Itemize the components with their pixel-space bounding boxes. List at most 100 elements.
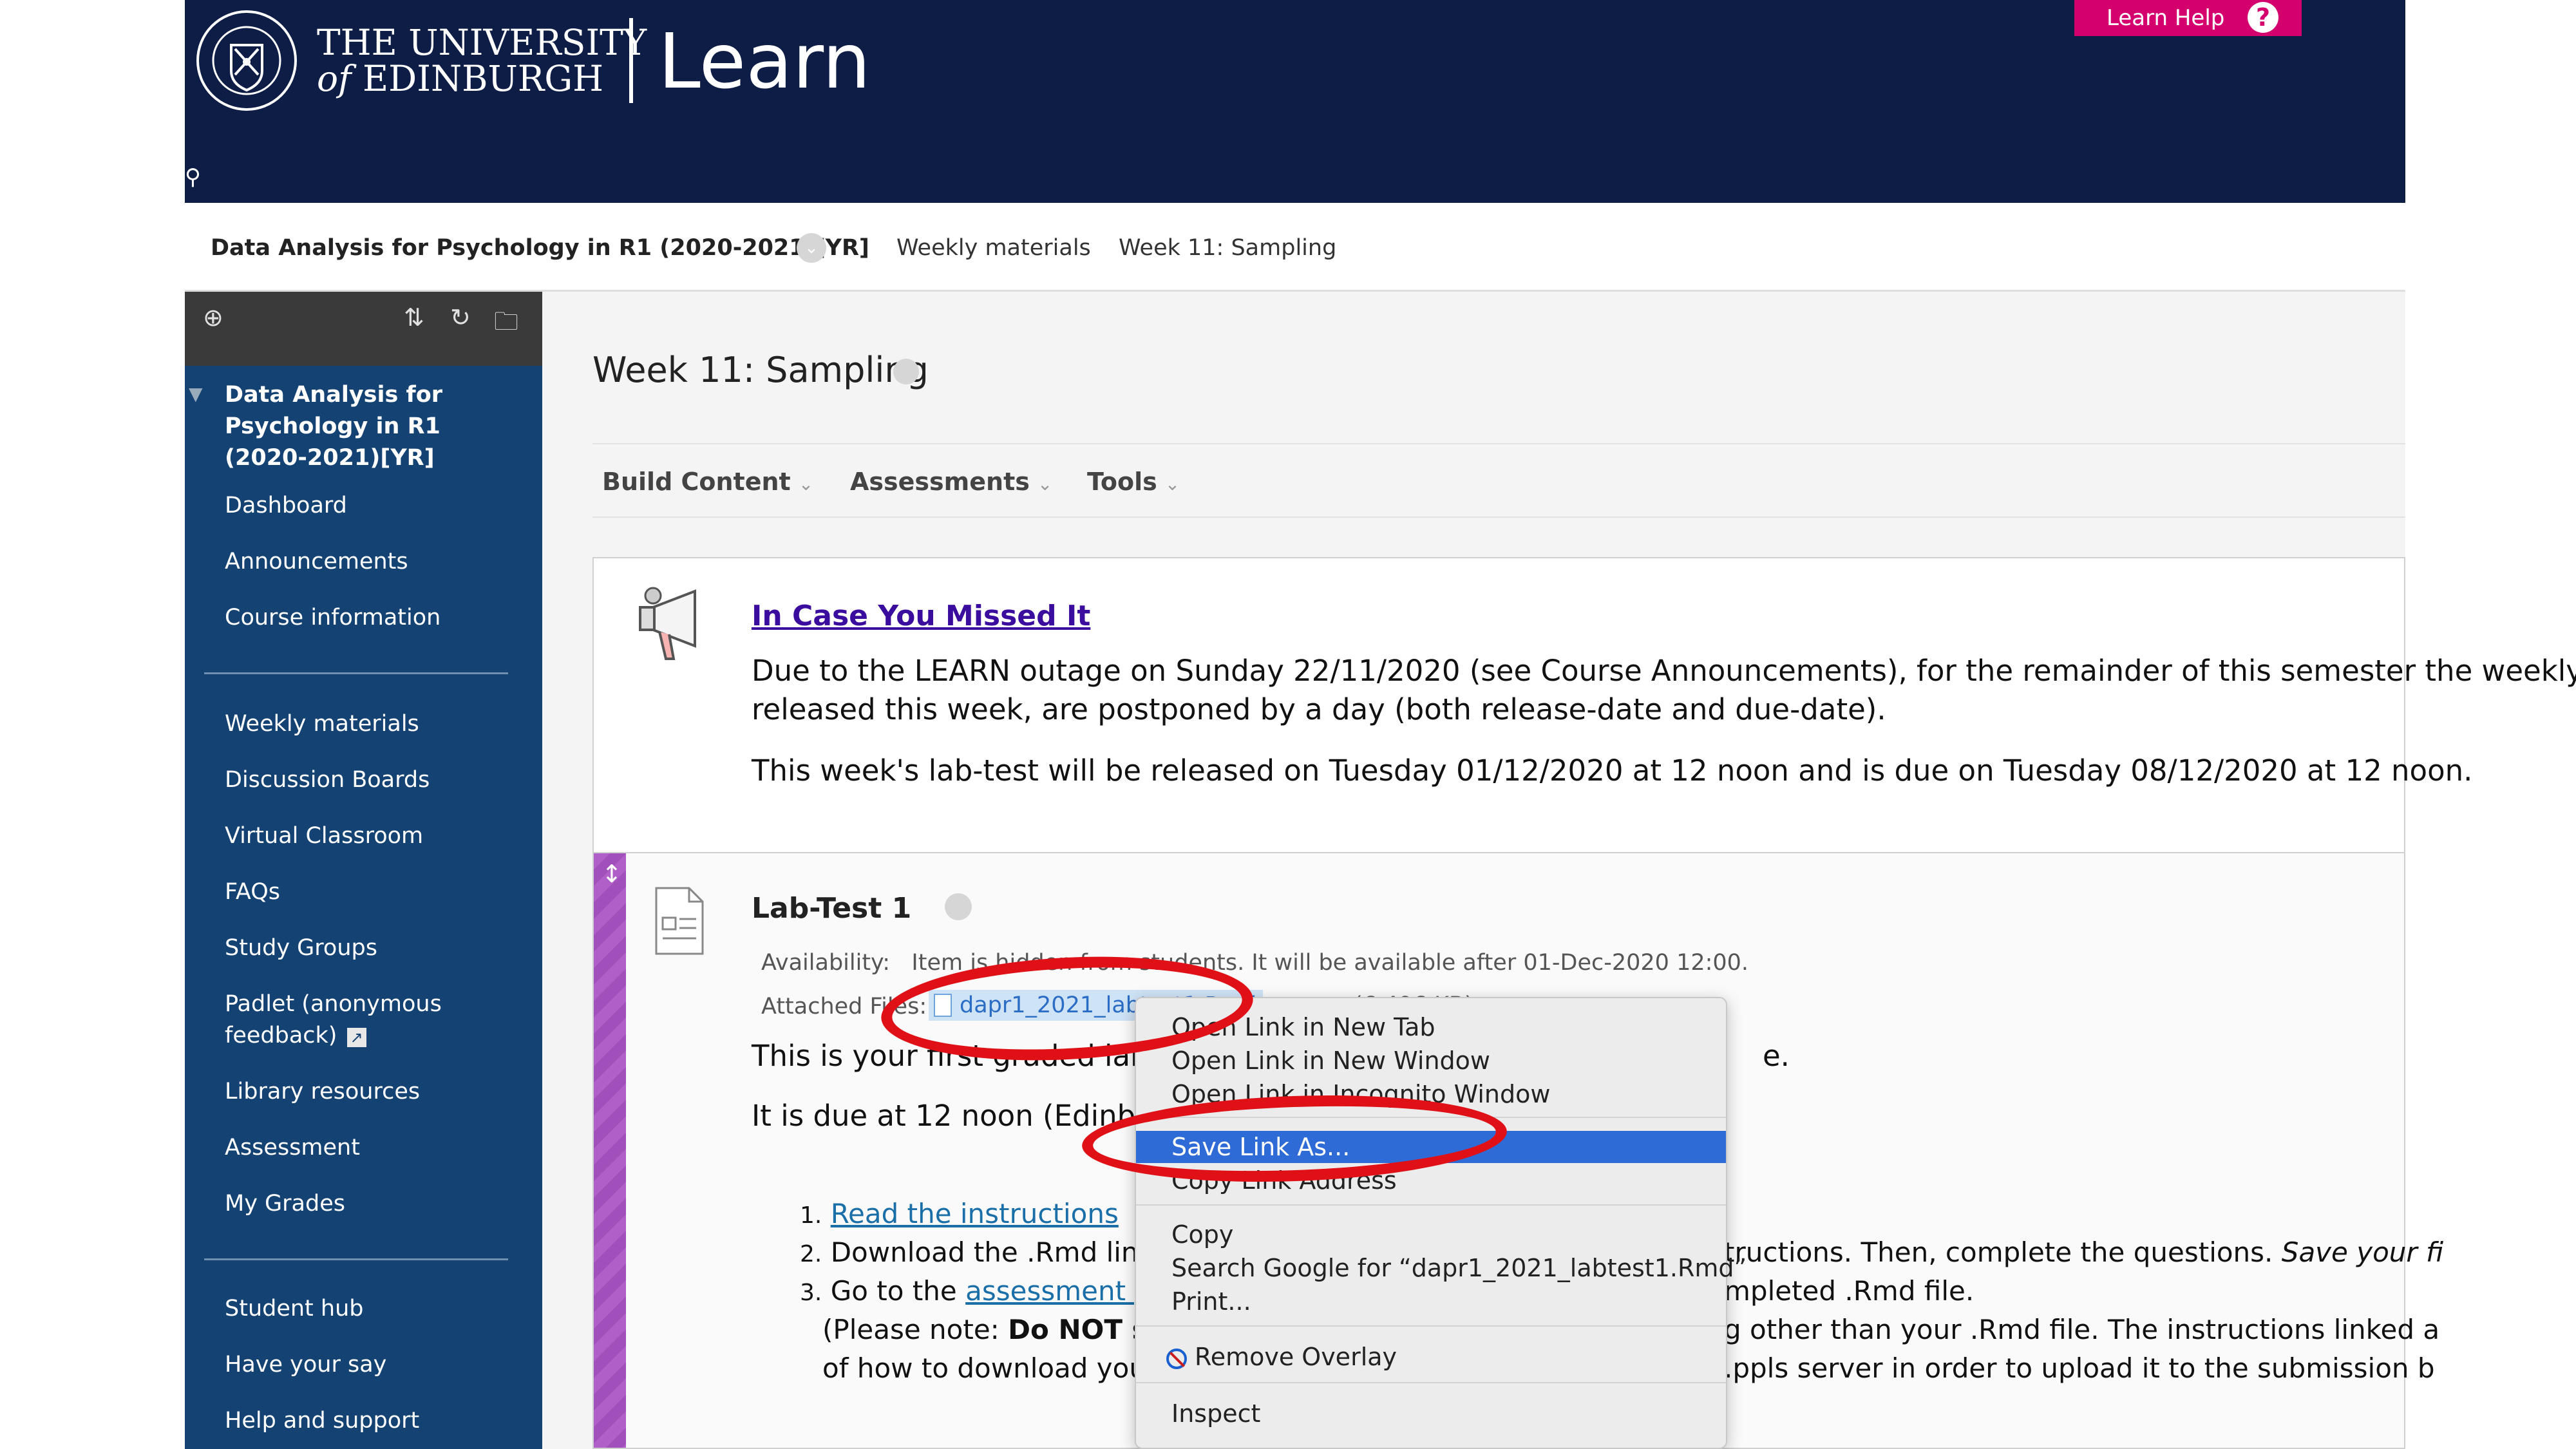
breadcrumb-chevron-down-icon[interactable]: ⌄ (797, 233, 826, 263)
chevron-down-icon: ⌄ (1037, 473, 1053, 495)
list-number: 2. (800, 1241, 822, 1267)
menu-remove-overlay[interactable]: Remove Overlay (1136, 1341, 1726, 1373)
megaphone-icon (639, 587, 696, 660)
add-menu-item-icon[interactable]: ⊕ (203, 303, 223, 332)
refresh-icon[interactable]: ↻ (450, 303, 471, 332)
list-item-1: 1. Read the instructions (800, 1195, 1119, 1235)
breadcrumb-weekly-materials[interactable]: Weekly materials (896, 235, 1091, 261)
labtest-title[interactable]: Lab-Test 1 (752, 892, 911, 925)
list-item-2-tail: tructions. Then, complete the questions.… (1724, 1233, 2443, 1272)
sidebar-item-announcements[interactable]: Announcements (225, 546, 508, 578)
collapse-triangle-icon[interactable]: ▼ (189, 383, 203, 404)
note-line-1: (Please note: Do NOT su (822, 1311, 1168, 1349)
hidden-item-stripe (594, 853, 626, 1448)
build-content-menu[interactable]: Build Content ⌄ (602, 468, 813, 496)
menu-separator (1136, 1325, 1726, 1327)
pin-icon[interactable]: ⚲ (185, 164, 201, 190)
menu-separator (1136, 1382, 1726, 1383)
sidebar-item-have-your-say[interactable]: Have your say (225, 1349, 508, 1381)
sidebar-item-discussion-boards[interactable]: Discussion Boards (225, 764, 508, 796)
sidebar-item-help-and-support[interactable]: Help and support (225, 1405, 508, 1437)
app-name[interactable]: Learn (658, 19, 871, 103)
note-line-1-tail: g other than your .Rmd file. The instruc… (1724, 1314, 2440, 1345)
list-item-2: 2. Download the .Rmd link (800, 1233, 1154, 1274)
availability-label: Availability: (761, 950, 891, 976)
breadcrumb-course[interactable]: Data Analysis for Psychology in R1 (2020… (211, 235, 869, 261)
menu-inspect[interactable]: Inspect (1136, 1397, 1726, 1430)
assessments-menu[interactable]: Assessments ⌄ (850, 468, 1052, 496)
prohibited-icon (1166, 1348, 1187, 1369)
action-bar: Build Content ⌄ Assessments ⌄ Tools ⌄ (592, 443, 2405, 518)
tools-menu[interactable]: Tools ⌄ (1087, 468, 1180, 496)
site-header: THE UNIVERSITY of EDINBURGH Learn Learn … (185, 0, 2405, 203)
note-line-2-tail: .ppls server in order to upload it to th… (1724, 1352, 2435, 1384)
menu-remove-overlay-label: Remove Overlay (1195, 1343, 1397, 1371)
sidebar-toolbar: ⊕ ⇅ ↻ 🗀 (185, 292, 542, 366)
content-item-announcement: In Case You Missed It Due to the LEARN o… (592, 557, 2576, 853)
announcement-text-line1: Due to the LEARN outage on Sunday 22/11/… (752, 654, 2576, 688)
announcement-text-line3: This week's lab-test will be released on… (752, 753, 2473, 788)
sidebar-item-study-groups[interactable]: Study Groups (225, 933, 508, 964)
announcement-title-link[interactable]: In Case You Missed It (752, 600, 1090, 632)
sidebar-item-faqs[interactable]: FAQs (225, 876, 508, 908)
menu-copy[interactable]: Copy (1136, 1218, 1726, 1251)
breadcrumb: Data Analysis for Psychology in R1 (2020… (185, 203, 2405, 292)
read-instructions-link[interactable]: Read the instructions (831, 1198, 1119, 1229)
build-content-label: Build Content (602, 468, 791, 496)
learn-help-label: Learn Help (2107, 5, 2225, 31)
help-question-icon: ? (2248, 2, 2278, 33)
labtest-intro-end: e. (1763, 1039, 1790, 1073)
sidebar-item-library-resources[interactable]: Library resources (225, 1076, 508, 1108)
course-menu-sidebar: ⊕ ⇅ ↻ 🗀 ▼ Data Analysis for Psychology i… (185, 292, 542, 1449)
folder-view-icon[interactable]: 🗀 (494, 303, 518, 345)
menu-separator (1136, 1204, 1726, 1206)
announcement-text-line2: released this week, are postponed by a d… (752, 692, 1886, 726)
university-name-line2: EDINBURGH (362, 58, 604, 99)
list-number: 3. (800, 1280, 822, 1306)
browser-context-menu: Open Link in New Tab Open Link in New Wi… (1135, 997, 1747, 1449)
note-start: (Please note: (822, 1314, 999, 1345)
list-item-3-text: Go to the (830, 1275, 957, 1307)
list-item-3: 3. Go to the assessment pa (800, 1272, 1168, 1312)
learn-help-button[interactable]: Learn Help ? (2074, 0, 2302, 36)
note-line-2: of how to download you (822, 1352, 1146, 1384)
labtest-options-chevron-icon[interactable] (945, 893, 972, 920)
sidebar-item-padlet-label: Padlet (anonymous feedback) (225, 991, 442, 1048)
menu-search-google[interactable]: Search Google for “dapr1_2021_labtest1.R… (1136, 1252, 1747, 1284)
document-icon (655, 887, 704, 955)
sidebar-divider (204, 672, 508, 674)
sidebar-divider (204, 1258, 508, 1260)
university-crest-logo[interactable] (195, 9, 298, 112)
sidebar-item-student-hub[interactable]: Student hub (225, 1293, 508, 1325)
university-name-line1: THE UNIVERSITY (317, 22, 647, 63)
assessments-label: Assessments (850, 468, 1030, 496)
sidebar-item-padlet[interactable]: Padlet (anonymous feedback) ↗ (225, 989, 508, 1052)
reorder-icon[interactable]: ⇅ (404, 303, 424, 332)
sidebar-item-course-information[interactable]: Course information (225, 602, 508, 634)
list-item-2-tail-italic: Save your fi (2281, 1236, 2444, 1268)
external-link-icon: ↗ (346, 1028, 366, 1047)
breadcrumb-current-page: Week 11: Sampling (1119, 235, 1337, 261)
page-title-chevron-icon[interactable] (893, 359, 919, 384)
sidebar-course-title[interactable]: Data Analysis for Psychology in R1 (2020… (225, 379, 508, 474)
university-name: THE UNIVERSITY of EDINBURGH (317, 24, 647, 97)
page-title: Week 11: Sampling (592, 350, 929, 390)
list-item-3-tail: mpleted .Rmd file. (1724, 1275, 1975, 1307)
list-number: 1. (800, 1202, 822, 1229)
chevron-down-icon: ⌄ (1164, 473, 1180, 495)
sidebar-item-virtual-classroom[interactable]: Virtual Classroom (225, 820, 508, 852)
list-item-2-text: Download the .Rmd link (830, 1236, 1154, 1268)
chevron-down-icon: ⌄ (798, 473, 814, 495)
menu-print[interactable]: Print... (1136, 1285, 1726, 1318)
menu-open-link-new-window[interactable]: Open Link in New Window (1136, 1045, 1726, 1077)
sidebar-item-dashboard[interactable]: Dashboard (225, 490, 508, 522)
logo-divider (629, 18, 633, 103)
tools-label: Tools (1087, 468, 1157, 496)
drag-handle-icon[interactable]: ↕ (601, 860, 622, 888)
list-item-2-tail-text: tructions. Then, complete the questions. (1724, 1236, 2273, 1268)
sidebar-item-my-grades[interactable]: My Grades (225, 1188, 508, 1220)
university-name-of: of (317, 58, 352, 99)
availability-row: Availability: Item is hidden from studen… (761, 950, 1748, 976)
sidebar-item-assessment[interactable]: Assessment (225, 1132, 508, 1164)
sidebar-item-weekly-materials[interactable]: Weekly materials (225, 708, 508, 740)
